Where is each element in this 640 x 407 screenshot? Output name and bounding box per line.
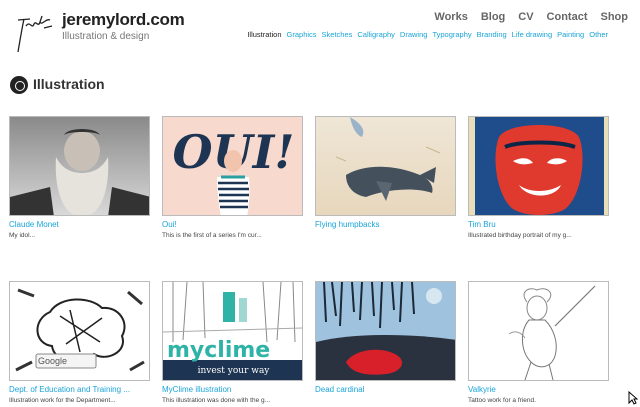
- item-title-link[interactable]: MyClime illustration: [162, 385, 303, 394]
- category-other[interactable]: Other: [589, 30, 608, 39]
- portfolio-item: Flying humpbacks: [315, 116, 456, 232]
- nav-shop[interactable]: Shop: [601, 11, 629, 23]
- illustration-section-icon: [10, 76, 28, 94]
- category-drawing[interactable]: Drawing: [400, 30, 428, 39]
- category-painting[interactable]: Painting: [557, 30, 584, 39]
- nav-contact[interactable]: Contact: [547, 11, 588, 23]
- category-illustration[interactable]: Illustration: [247, 30, 281, 39]
- portfolio-item: Claude Monet My idol...: [9, 116, 150, 239]
- nav-blog[interactable]: Blog: [481, 11, 505, 23]
- portfolio-item: Google Dept. of Education and Training .…: [9, 281, 150, 404]
- item-title-link[interactable]: Tim Bru: [468, 220, 609, 229]
- portfolio-item: Tim Bru Illustrated birthday portrait of…: [468, 116, 609, 239]
- category-life-drawing[interactable]: Life drawing: [512, 30, 552, 39]
- portfolio-item: OUI! Oui! This is the first of a series …: [162, 116, 303, 239]
- signature-logo-icon: [17, 15, 53, 53]
- nav-cv[interactable]: CV: [518, 11, 533, 23]
- item-description: This illustration was done with the g...: [162, 397, 271, 404]
- category-branding[interactable]: Branding: [477, 30, 507, 39]
- item-description: My idol...: [9, 232, 36, 239]
- site-title[interactable]: jeremylord.com: [62, 10, 185, 30]
- item-title-link[interactable]: Valkyrie: [468, 385, 609, 394]
- thumbnail-monet[interactable]: [9, 116, 150, 216]
- item-title-link[interactable]: Flying humpbacks: [315, 220, 456, 229]
- site-tagline: Illustration & design: [62, 31, 150, 42]
- item-title-link[interactable]: Dept. of Education and Training ...: [9, 385, 150, 394]
- main-nav: Works Blog CV Contact Shop: [434, 11, 628, 23]
- item-description: Illustration work for the Department...: [9, 397, 116, 404]
- item-title-link[interactable]: Claude Monet: [9, 220, 150, 229]
- nav-works[interactable]: Works: [434, 11, 467, 23]
- portfolio-item: myclime invest your way MyClime illustra…: [162, 281, 303, 404]
- myclime-thumb-subtext: invest your way: [197, 366, 270, 376]
- category-typography[interactable]: Typography: [432, 30, 471, 39]
- google-thumb-text: Google: [38, 356, 68, 366]
- thumbnail-myclime[interactable]: myclime invest your way: [162, 281, 303, 381]
- thumbnail-valkyrie[interactable]: [468, 281, 609, 381]
- category-nav: Illustration Graphics Sketches Calligrap…: [247, 30, 608, 39]
- myclime-thumb-text: myclime: [167, 338, 271, 363]
- thumbnail-humpbacks[interactable]: [315, 116, 456, 216]
- item-description: This is the first of a series I'm cur...: [162, 232, 262, 239]
- item-description: Tattoo work for a friend.: [468, 397, 536, 404]
- mouse-cursor-icon: [628, 391, 638, 405]
- thumbnail-oui[interactable]: OUI!: [162, 116, 303, 216]
- category-calligraphy[interactable]: Calligraphy: [357, 30, 395, 39]
- portfolio-item: Dead cardinal: [315, 281, 456, 397]
- item-title-link[interactable]: Oui!: [162, 220, 303, 229]
- thumbnail-dept-education[interactable]: Google: [9, 281, 150, 381]
- category-graphics[interactable]: Graphics: [287, 30, 317, 39]
- item-title-link[interactable]: Dead cardinal: [315, 385, 456, 394]
- thumbnail-dead-cardinal[interactable]: [315, 281, 456, 381]
- portfolio-item: Valkyrie Tattoo work for a friend.: [468, 281, 609, 404]
- item-description: Illustrated birthday portrait of my g...: [468, 232, 572, 239]
- page-title: Illustration: [33, 76, 105, 92]
- thumbnail-tim-bru[interactable]: [468, 116, 609, 216]
- category-sketches[interactable]: Sketches: [322, 30, 353, 39]
